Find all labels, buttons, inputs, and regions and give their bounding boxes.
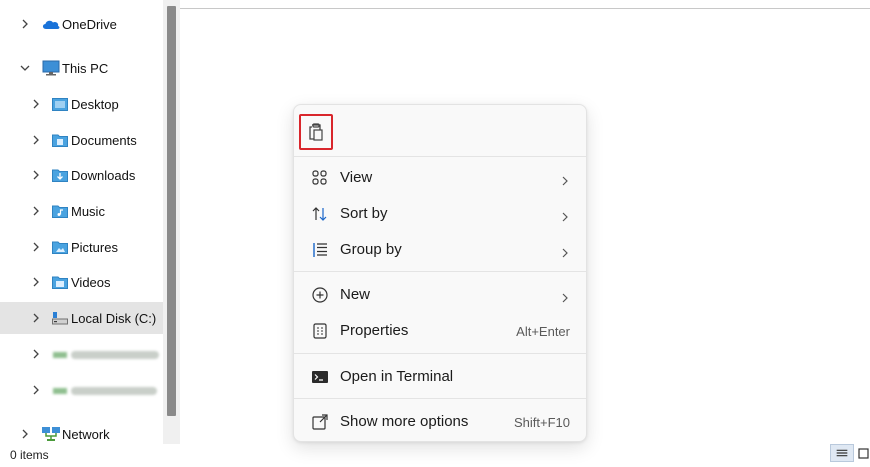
details-view-button[interactable] xyxy=(830,444,854,462)
menu-item-shortcut: Shift+F10 xyxy=(513,415,570,430)
terminal-icon xyxy=(311,368,329,386)
onedrive-cloud-icon xyxy=(41,18,61,32)
chevron-right-icon[interactable] xyxy=(31,135,41,145)
navigation-pane: OneDrive This PC Desktop Documents Downl… xyxy=(0,0,168,444)
nav-scrollbar-thumb[interactable] xyxy=(167,6,176,416)
redacted-label xyxy=(71,387,157,395)
item-count: 0 items xyxy=(10,448,49,462)
menu-item-label: Properties xyxy=(340,322,409,339)
nav-item-label: Network xyxy=(62,427,110,442)
status-bar: 0 items xyxy=(0,444,870,462)
nav-item-label: Music xyxy=(71,204,105,219)
menu-item-properties[interactable]: Properties Alt+Enter xyxy=(294,314,586,348)
menu-item-shortcut: Alt+Enter xyxy=(516,324,570,339)
redacted-label xyxy=(71,351,159,359)
submenu-chevron-icon xyxy=(560,209,570,222)
menu-item-label: Group by xyxy=(340,241,402,258)
chevron-right-icon[interactable] xyxy=(20,429,30,439)
menu-item-open-in-terminal[interactable]: Open in Terminal xyxy=(294,360,586,394)
nav-item-label: Desktop xyxy=(71,97,119,112)
sort-icon xyxy=(311,205,329,223)
menu-item-label: Show more options xyxy=(340,413,469,430)
menu-item-label: New xyxy=(340,286,371,303)
new-plus-icon xyxy=(311,286,329,304)
nav-item-documents[interactable]: Documents xyxy=(0,124,168,156)
nav-item-videos[interactable]: Videos xyxy=(0,266,168,298)
tiles-view-icon xyxy=(858,448,869,459)
chevron-down-icon[interactable] xyxy=(20,63,30,73)
chevron-right-icon[interactable] xyxy=(31,99,41,109)
chevron-right-icon[interactable] xyxy=(31,277,41,287)
submenu-chevron-icon xyxy=(560,173,570,186)
details-view-icon xyxy=(836,449,848,457)
context-menu: View Sort by Group by New Properties Alt… xyxy=(293,104,587,442)
desktop-folder-icon xyxy=(52,97,68,111)
nav-item-music[interactable]: Music xyxy=(0,195,168,227)
menu-item-view[interactable]: View xyxy=(294,161,586,195)
music-folder-icon xyxy=(52,204,68,218)
tiles-view-button[interactable] xyxy=(857,444,870,462)
menu-separator xyxy=(294,271,586,272)
drive-icon xyxy=(52,311,68,325)
chevron-right-icon[interactable] xyxy=(31,242,41,252)
nav-item-this-pc[interactable]: This PC xyxy=(0,52,168,84)
chevron-right-icon[interactable] xyxy=(20,19,30,29)
menu-separator xyxy=(294,353,586,354)
downloads-folder-icon xyxy=(52,168,68,182)
nav-item-label: This PC xyxy=(62,61,109,76)
menu-item-group-by[interactable]: Group by xyxy=(294,233,586,267)
more-options-icon xyxy=(311,413,329,431)
network-drive-icon xyxy=(52,348,68,362)
paste-clipboard-icon xyxy=(309,123,323,141)
view-grid-icon xyxy=(311,169,329,187)
nav-item-label: Downloads xyxy=(71,168,136,183)
menu-item-new[interactable]: New xyxy=(294,278,586,312)
properties-icon xyxy=(311,322,329,340)
network-drive-icon xyxy=(52,384,68,398)
nav-item-pictures[interactable]: Pictures xyxy=(0,231,168,263)
chevron-right-icon[interactable] xyxy=(31,385,41,395)
nav-item-local-disk[interactable]: Local Disk (C:) xyxy=(0,302,163,334)
computer-icon xyxy=(42,60,60,76)
nav-item-label: Documents xyxy=(71,133,137,148)
nav-item-label: Videos xyxy=(71,275,111,290)
group-by-icon xyxy=(311,241,329,259)
submenu-chevron-icon xyxy=(560,245,570,258)
videos-folder-icon xyxy=(52,275,68,289)
nav-item-desktop[interactable]: Desktop xyxy=(0,88,168,120)
submenu-chevron-icon xyxy=(560,290,570,303)
menu-separator xyxy=(294,156,586,157)
chevron-right-icon[interactable] xyxy=(31,170,41,180)
documents-folder-icon xyxy=(52,133,68,147)
network-icon xyxy=(41,426,61,442)
nav-item-label: OneDrive xyxy=(62,17,117,32)
nav-item-downloads[interactable]: Downloads xyxy=(0,159,168,191)
nav-item-label: Pictures xyxy=(71,240,118,255)
chevron-right-icon[interactable] xyxy=(31,349,41,359)
menu-item-sort-by[interactable]: Sort by xyxy=(294,197,586,231)
chevron-right-icon[interactable] xyxy=(31,313,41,323)
menu-item-label: Sort by xyxy=(340,205,388,222)
menu-separator xyxy=(294,398,586,399)
nav-item-network-drive[interactable] xyxy=(0,374,168,406)
nav-item-label: Local Disk (C:) xyxy=(71,311,157,326)
chevron-right-icon[interactable] xyxy=(31,206,41,216)
nav-item-onedrive[interactable]: OneDrive xyxy=(0,8,168,40)
paste-button[interactable] xyxy=(299,114,333,150)
menu-item-show-more-options[interactable]: Show more options Shift+F10 xyxy=(294,405,586,439)
nav-item-network-drive[interactable] xyxy=(0,338,168,370)
pictures-folder-icon xyxy=(52,240,68,254)
menu-item-label: View xyxy=(340,169,373,186)
menu-item-label: Open in Terminal xyxy=(340,368,454,385)
